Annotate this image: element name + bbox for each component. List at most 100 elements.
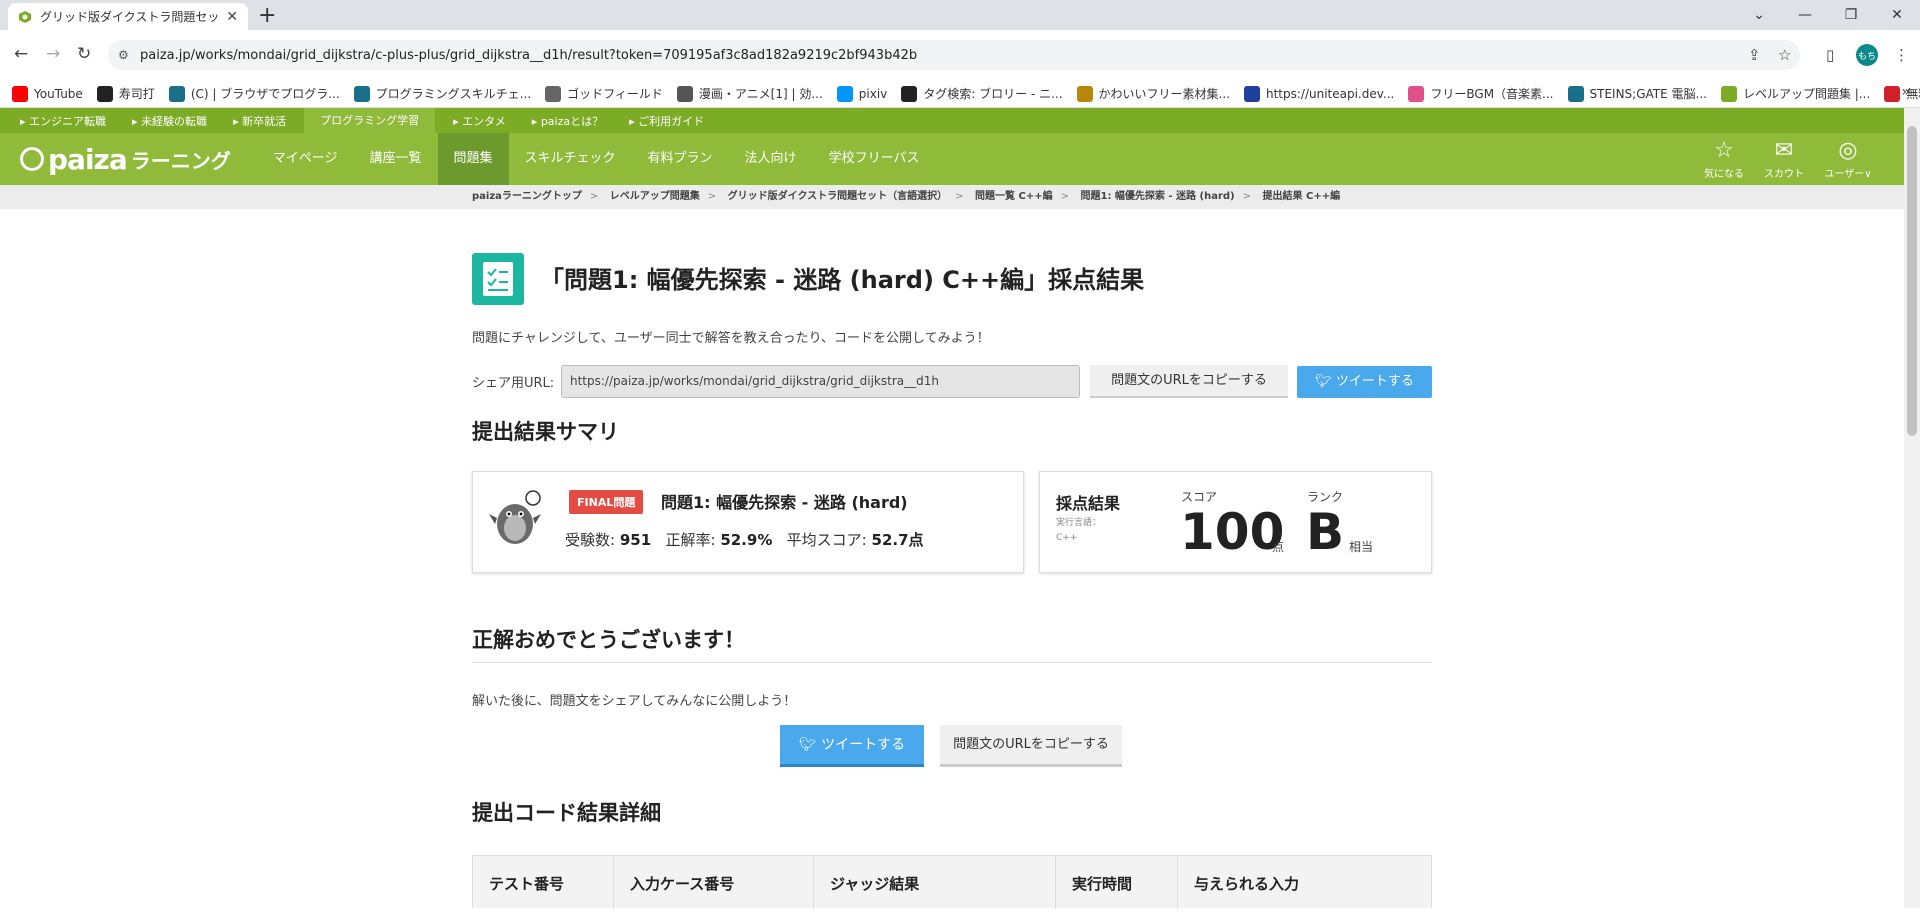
- tab-search-icon[interactable]: ⌄: [1736, 0, 1782, 30]
- minimize-button[interactable]: —: [1782, 0, 1828, 30]
- twitter-bird-icon: 🐦︎: [1315, 374, 1336, 389]
- nav-problems[interactable]: 問題集: [437, 133, 509, 185]
- side-panel-icon[interactable]: ▯: [1826, 46, 1834, 64]
- page-title: 「問題1: 幅優先探索 - 迷路 (hard) C++編」採点結果: [540, 266, 1145, 294]
- language-info: 実行言語： C++: [1056, 518, 1102, 543]
- final-problem-badge: FINAL問題: [569, 490, 644, 514]
- top-link-about[interactable]: ▸ paizaとは？: [532, 113, 603, 129]
- col-given-input: 与えられる入力: [1194, 875, 1300, 893]
- nav-favorites[interactable]: ☆ 気になる: [1694, 137, 1754, 180]
- col-input-case: 入力ケース番号: [614, 856, 814, 909]
- bookmark-item[interactable]: かわいいフリー素材集...: [1076, 85, 1230, 102]
- close-window-button[interactable]: ✕: [1874, 0, 1920, 30]
- top-link-learning[interactable]: プログラミング学習: [304, 108, 436, 133]
- paiza-logo[interactable]: paiza ラーニング: [20, 143, 231, 176]
- nav-school-pass[interactable]: 学校フリーパス: [813, 133, 936, 185]
- copy-url-button-secondary[interactable]: 問題文のURLをコピーする: [940, 725, 1122, 767]
- divider: [472, 662, 1432, 663]
- top-link-career-change[interactable]: ▸ 未経験の転職: [132, 113, 207, 129]
- problem-summary-card: FINAL問題 問題1: 幅優先探索 - 迷路 (hard) 受験数: 951 …: [472, 471, 1024, 573]
- top-link-engineer-job[interactable]: ▸ エンジニア転職: [20, 113, 106, 129]
- top-link-entame[interactable]: ▸ エンタメ: [453, 113, 506, 129]
- copy-url-button[interactable]: 問題文のURLをコピーする: [1090, 365, 1288, 398]
- nav-skillcheck[interactable]: スキルチェック: [509, 133, 632, 185]
- bookmark-favicon-icon: [545, 85, 562, 102]
- bookmark-favicon-icon: [1884, 85, 1901, 102]
- bookmark-star-icon[interactable]: ☆: [1778, 46, 1791, 64]
- page-lead-text: 問題にチャレンジして、ユーザー同士で解答を教え合ったり、コードを公開してみよう！: [472, 331, 990, 346]
- bookmark-item[interactable]: (C) | ブラウザでプログラ...: [168, 85, 340, 102]
- col-test-number: テスト番号: [473, 856, 614, 909]
- bookmark-favicon-icon: [1567, 85, 1584, 102]
- bookmark-favicon-icon: [1076, 85, 1093, 102]
- col-exec-time: 実行時間: [1056, 856, 1178, 909]
- bookmark-item[interactable]: タグ検索: ブロリー - ニ...: [901, 85, 1063, 102]
- results-table-header: テスト番号 入力ケース番号 ジャッジ結果 実行時間 与えられる入力: [472, 855, 1432, 909]
- breadcrumb-levelup[interactable]: レベルアップ問題集: [610, 191, 700, 202]
- share-icon[interactable]: ⇪: [1748, 46, 1761, 64]
- breadcrumb-top[interactable]: paizaラーニングトップ: [472, 191, 582, 202]
- breadcrumb-problem-set[interactable]: グリッド版ダイクストラ問題セット（言語選択）: [728, 191, 948, 202]
- new-tab-button[interactable]: +: [258, 3, 276, 29]
- paiza-logo-mark-icon: [20, 147, 44, 171]
- restore-button[interactable]: ❐: [1828, 0, 1874, 30]
- bookmark-item[interactable]: 寿司打: [96, 85, 155, 102]
- bookmark-item[interactable]: プログラミングスキルチェ...: [353, 85, 531, 102]
- tweet-button-secondary[interactable]: 🐦︎ ツイートする: [780, 725, 924, 767]
- paiza-mascot-icon: [489, 490, 541, 544]
- site-info-icon[interactable]: ⚙: [118, 48, 129, 62]
- breadcrumb-problem[interactable]: 問題1: 幅優先探索 - 迷路 (hard): [1080, 191, 1234, 202]
- breadcrumb-problem-list[interactable]: 問題一覧 C++編: [975, 191, 1053, 202]
- score-unit: 点: [1272, 540, 1285, 554]
- bookmark-favicon-icon: [168, 85, 185, 102]
- bookmark-item[interactable]: YouTube: [12, 85, 83, 102]
- bookmark-item[interactable]: ゴッドフィールド: [545, 85, 663, 102]
- problem-stats: 受験数: 951 正解率: 52.9% 平均スコア: 52.7点: [565, 531, 924, 549]
- bookmark-item[interactable]: 漫画・アニメ[1] | 効...: [676, 85, 823, 102]
- bookmark-favicon-icon: [836, 85, 853, 102]
- more-bookmarks-icon[interactable]: »: [1901, 84, 1910, 100]
- back-icon[interactable]: ←: [14, 44, 28, 64]
- congrats-text: 解いた後に、問題文をシェアしてみんなに公開しよう！: [472, 694, 797, 709]
- site-top-links: ▸ エンジニア転職 ▸ 未経験の転職 ▸ 新卒就活 プログラミング学習 ▸ エン…: [0, 108, 1904, 133]
- user-icon: ◎: [1838, 138, 1858, 163]
- bookmark-favicon-icon: [676, 85, 693, 102]
- forward-icon[interactable]: →: [46, 44, 60, 64]
- browser-tab-bar: グリッド版ダイクストラ問題セット(C++ ✕ + ⌄ — ❐ ✕: [0, 0, 1920, 30]
- bookmark-item[interactable]: pixiv: [836, 85, 887, 102]
- tweet-button[interactable]: 🐦︎ ツイートする: [1297, 366, 1432, 398]
- nav-scout[interactable]: ✉ スカウト: [1754, 137, 1814, 180]
- bookmark-item[interactable]: https://uniteapi.dev...: [1243, 85, 1394, 102]
- scrollbar-thumb[interactable]: [1907, 126, 1917, 436]
- paiza-favicon-icon: [19, 10, 31, 23]
- breadcrumb: paizaラーニングトップ > レベルアップ問題集 > グリッド版ダイクストラ問題セ…: [0, 185, 1904, 209]
- result-checklist-icon: [472, 253, 524, 305]
- share-url-field[interactable]: https://paiza.jp/works/mondai/grid_dijks…: [561, 365, 1080, 398]
- url-text: paiza.jp/works/mondai/grid_dijkstra/c-pl…: [140, 47, 918, 63]
- reload-icon[interactable]: ↻: [77, 44, 91, 64]
- top-link-new-grad[interactable]: ▸ 新卒就活: [233, 113, 286, 129]
- menu-kebab-icon[interactable]: ⋮: [1894, 46, 1909, 64]
- close-tab-icon[interactable]: ✕: [226, 9, 238, 25]
- rank-unit: 相当: [1349, 540, 1374, 554]
- nav-user[interactable]: ◎ ユーザー∨: [1818, 137, 1878, 180]
- profile-avatar[interactable]: もち: [1856, 44, 1878, 66]
- congrats-heading: 正解おめでとうございます！: [472, 628, 745, 652]
- mail-icon: ✉: [1774, 138, 1794, 163]
- browser-tab-active[interactable]: グリッド版ダイクストラ問題セット(C++ ✕: [8, 3, 248, 30]
- bookmark-item[interactable]: フリーBGM（音楽素...: [1408, 85, 1554, 102]
- score-card: 採点結果 実行言語： C++ スコア 100 点 ランク B 相当: [1039, 471, 1432, 573]
- nav-business[interactable]: 法人向け: [729, 133, 813, 185]
- details-heading: 提出コード結果詳細: [472, 801, 661, 825]
- bookmark-item[interactable]: レベルアップ問題集 |...: [1720, 85, 1870, 102]
- nav-paid-plan[interactable]: 有料プラン: [632, 133, 729, 185]
- accuracy-rate: 52.9%: [720, 531, 773, 549]
- bookmark-item[interactable]: STEINS;GATE 電脳...: [1567, 85, 1707, 102]
- url-field[interactable]: ⚙ paiza.jp/works/mondai/grid_dijkstra/c-…: [108, 40, 1800, 70]
- nav-mypage[interactable]: マイページ: [257, 133, 354, 185]
- problem-name[interactable]: 問題1: 幅優先探索 - 迷路 (hard): [661, 489, 908, 513]
- page-scrollbar[interactable]: [1904, 108, 1920, 908]
- bookmark-favicon-icon: [12, 85, 28, 102]
- top-link-guide[interactable]: ▸ ご利用ガイド: [629, 113, 704, 129]
- nav-courses[interactable]: 講座一覧: [353, 133, 437, 185]
